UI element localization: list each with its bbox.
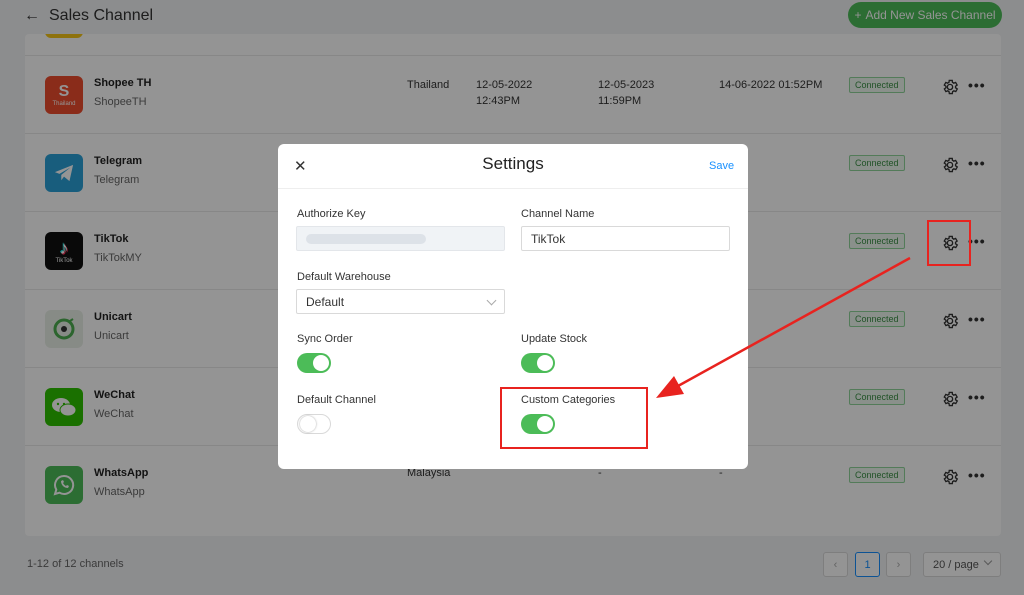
annotation-arrow-icon [656,256,911,398]
